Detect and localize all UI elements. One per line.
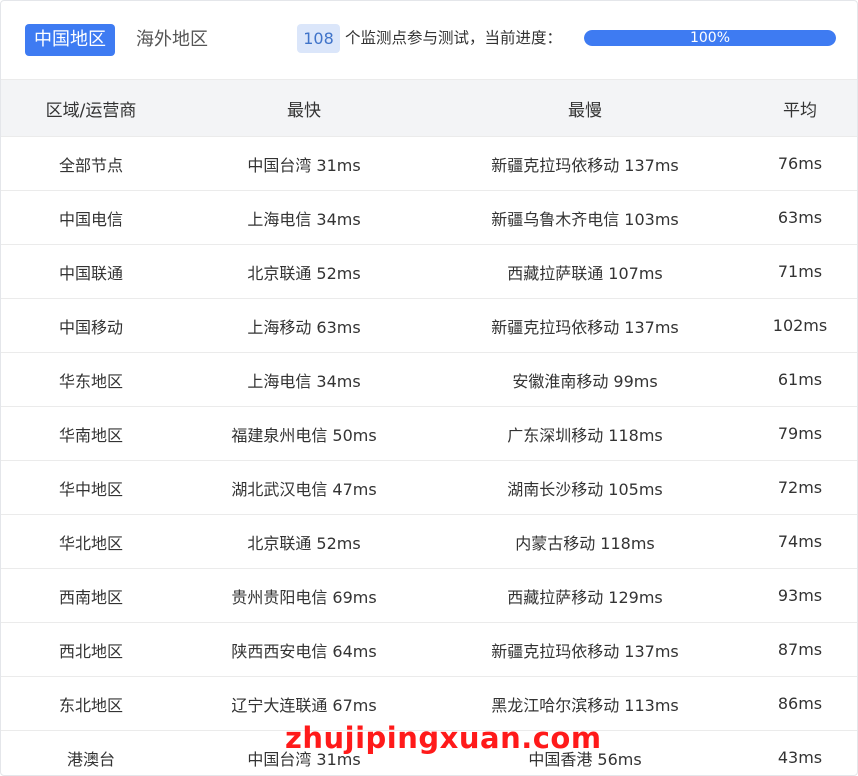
cell-slowest: 新疆克拉玛依移动 137ms xyxy=(491,155,679,175)
cell-average: 63ms xyxy=(777,208,823,227)
cell-region: 华南地区 xyxy=(58,425,123,445)
cell-fastest: 福建泉州电信 50ms xyxy=(231,425,377,445)
progress-percent: 100% xyxy=(689,30,731,46)
cell-slowest: 黑龙江哈尔滨移动 113ms xyxy=(491,695,679,715)
cell-average: 102ms xyxy=(772,316,828,335)
cell-average: 76ms xyxy=(777,154,823,173)
cell-fastest: 北京联通 52ms xyxy=(247,533,361,553)
cell-region: 中国电信 xyxy=(58,209,123,229)
table-row: 华南地区 福建泉州电信 50ms 广东深圳移动 118ms 79ms xyxy=(1,406,857,460)
cell-region: 华东地区 xyxy=(58,371,123,391)
header-average: 平均 xyxy=(783,100,817,121)
table-row: 东北地区 辽宁大连联通 67ms 黑龙江哈尔滨移动 113ms 86ms xyxy=(1,676,857,730)
cell-slowest: 广东深圳移动 118ms xyxy=(507,425,663,445)
cell-region: 华中地区 xyxy=(58,479,123,499)
cell-slowest: 中国香港 56ms xyxy=(528,749,642,769)
cell-fastest: 上海电信 34ms xyxy=(247,371,361,391)
header-region: 区域/运营商 xyxy=(45,100,137,121)
table-row: 华东地区 上海电信 34ms 安徽淮南移动 99ms 61ms xyxy=(1,352,857,406)
cell-average: 71ms xyxy=(777,262,823,281)
table-row: 华北地区 北京联通 52ms 内蒙古移动 118ms 74ms xyxy=(1,514,857,568)
cell-fastest: 辽宁大连联通 67ms xyxy=(231,695,377,715)
cell-average: 87ms xyxy=(777,640,823,659)
cell-region: 全部节点 xyxy=(58,155,123,175)
cell-region: 中国移动 xyxy=(58,317,123,337)
table-row: 港澳台 中国台湾 31ms 中国香港 56ms 43ms xyxy=(1,730,857,775)
header-fastest: 最快 xyxy=(287,100,321,121)
progress-bar: 100% xyxy=(584,30,836,46)
cell-average: 43ms xyxy=(777,748,823,767)
cell-average: 86ms xyxy=(777,694,823,713)
cell-fastest: 北京联通 52ms xyxy=(247,263,361,283)
cell-fastest: 上海移动 63ms xyxy=(247,317,361,337)
cell-fastest: 中国台湾 31ms xyxy=(247,749,361,769)
table-row: 全部节点 中国台湾 31ms 新疆克拉玛依移动 137ms 76ms xyxy=(1,136,857,190)
table-row: 西南地区 贵州贵阳电信 69ms 西藏拉萨移动 129ms 93ms xyxy=(1,568,857,622)
speed-test-panel: 中国地区 海外地区 108 个监测点参与测试，当前进度： 100% 区域/运营商… xyxy=(0,0,858,776)
results-table: 区域/运营商 最快 最慢 平均 全部节点 中国台湾 31ms 新疆克拉玛依移动 13… xyxy=(1,79,857,775)
cell-fastest: 陕西西安电信 64ms xyxy=(231,641,377,661)
cell-fastest: 湖北武汉电信 47ms xyxy=(231,479,377,499)
cell-fastest: 贵州贵阳电信 69ms xyxy=(231,587,377,607)
cell-slowest: 新疆克拉玛依移动 137ms xyxy=(491,641,679,661)
cell-slowest: 新疆乌鲁木齐电信 103ms xyxy=(491,209,679,229)
table-header: 区域/运营商 最快 最慢 平均 xyxy=(1,79,857,136)
cell-slowest: 新疆克拉玛依移动 137ms xyxy=(491,317,679,337)
cell-fastest: 上海电信 34ms xyxy=(247,209,361,229)
tab-overseas[interactable]: 海外地区 xyxy=(127,24,217,56)
cell-region: 华北地区 xyxy=(58,533,123,553)
cell-average: 79ms xyxy=(777,424,823,443)
cell-average: 93ms xyxy=(777,586,823,605)
toolbar: 中国地区 海外地区 108 个监测点参与测试，当前进度： 100% xyxy=(1,1,857,79)
table-body: 全部节点 中国台湾 31ms 新疆克拉玛依移动 137ms 76ms 中国电信 上海电信 … xyxy=(1,136,857,775)
table-row: 中国移动 上海移动 63ms 新疆克拉玛依移动 137ms 102ms xyxy=(1,298,857,352)
cell-region: 西北地区 xyxy=(58,641,123,661)
cell-slowest: 安徽淮南移动 99ms xyxy=(512,371,658,391)
cell-slowest: 西藏拉萨联通 107ms xyxy=(507,263,663,283)
cell-average: 61ms xyxy=(777,370,823,389)
cell-region: 中国联通 xyxy=(58,263,123,283)
tab-domestic[interactable]: 中国地区 xyxy=(25,24,115,56)
table-row: 华中地区 湖北武汉电信 47ms 湖南长沙移动 105ms 72ms xyxy=(1,460,857,514)
cell-slowest: 西藏拉萨移动 129ms xyxy=(507,587,663,607)
cell-slowest: 湖南长沙移动 105ms xyxy=(507,479,663,499)
cell-region: 东北地区 xyxy=(58,695,123,715)
cell-fastest: 中国台湾 31ms xyxy=(247,155,361,175)
table-row: 中国联通 北京联通 52ms 西藏拉萨联通 107ms 71ms xyxy=(1,244,857,298)
header-slowest: 最慢 xyxy=(568,100,602,121)
cell-region: 港澳台 xyxy=(66,749,115,769)
cell-average: 72ms xyxy=(777,478,823,497)
table-row: 西北地区 陕西西安电信 64ms 新疆克拉玛依移动 137ms 87ms xyxy=(1,622,857,676)
cell-region: 西南地区 xyxy=(58,587,123,607)
progress-label: 个监测点参与测试，当前进度： xyxy=(345,29,563,47)
table-row: 中国电信 上海电信 34ms 新疆乌鲁木齐电信 103ms 63ms xyxy=(1,190,857,244)
cell-slowest: 内蒙古移动 118ms xyxy=(515,533,655,553)
cell-average: 74ms xyxy=(777,532,823,551)
node-count-badge: 108 xyxy=(297,24,340,53)
